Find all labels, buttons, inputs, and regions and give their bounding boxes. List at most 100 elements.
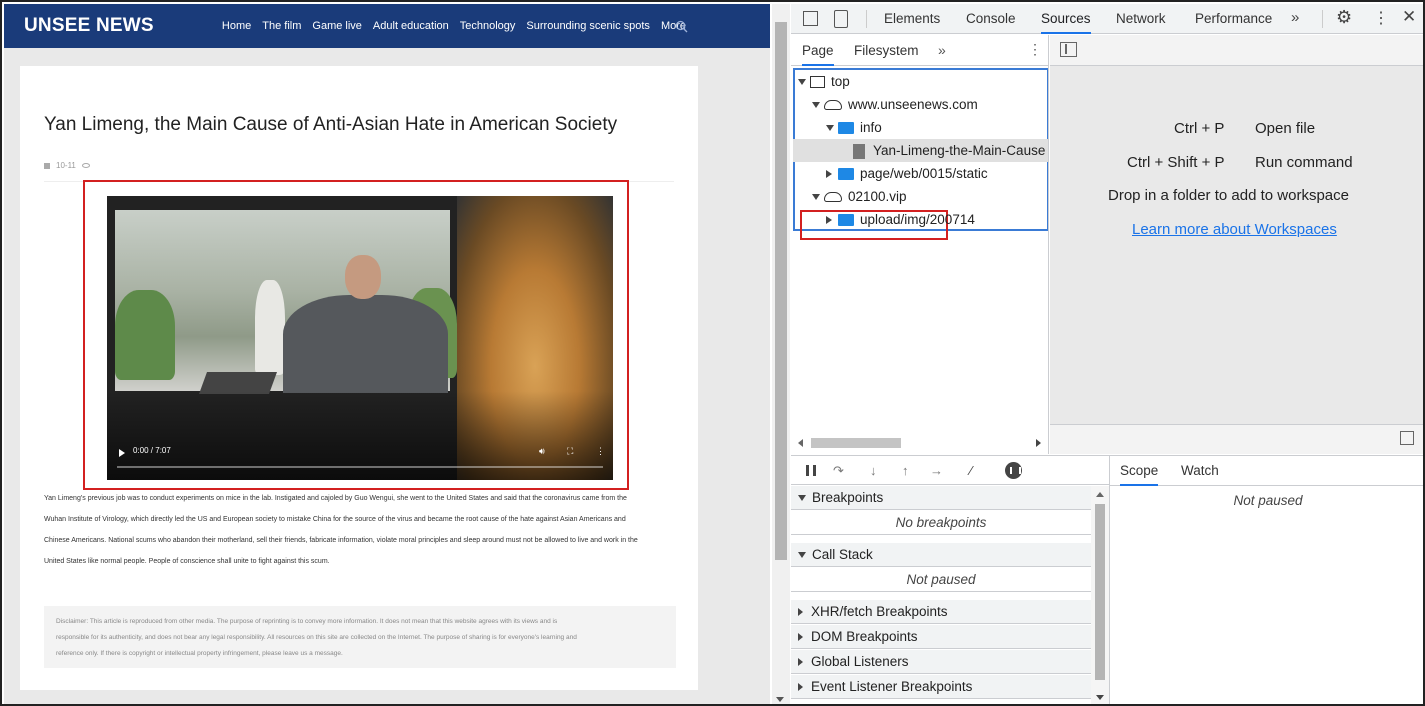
section-global-listeners[interactable]: Global Listeners (791, 650, 1091, 674)
gear-icon[interactable]: ⚙ (1336, 7, 1352, 28)
tree-item-top[interactable]: top (798, 70, 850, 93)
expand-arrow-icon[interactable] (812, 194, 820, 201)
section-xhr-fetch-breakpoints[interactable]: XHR/fetch Breakpoints (791, 600, 1091, 624)
tab-console[interactable]: Console (966, 4, 1016, 34)
screenshot-frame: UNSEE NEWS Home The film Game live Adult… (0, 0, 1425, 706)
tree-item-label: www.unseenews.com (848, 97, 978, 112)
tree-item-yan-limeng-file[interactable]: Yan-Limeng-the-Main-Cause (793, 139, 1048, 162)
tree-item-www-unseenews-com[interactable]: www.unseenews.com (812, 93, 978, 116)
toggle-debugger-icon[interactable] (1400, 431, 1414, 445)
disclaimer-line: reference only. If there is copyright or… (56, 650, 343, 657)
disclaimer-line: Disclaimer: This article is reproduced f… (56, 618, 558, 625)
fullscreen-icon[interactable]: ⛶ (567, 446, 573, 457)
collapse-arrow-icon[interactable] (826, 216, 832, 225)
step-over-icon[interactable]: ↷ (833, 463, 844, 479)
folder-icon (838, 214, 854, 227)
nav-the-film[interactable]: The film (262, 20, 301, 32)
debugger-scrollbar[interactable] (1091, 486, 1109, 704)
more-navigator-tabs-icon[interactable]: » (938, 42, 946, 58)
section-event-listener-breakpoints[interactable]: Event Listener Breakpoints (791, 675, 1091, 699)
section-call-stack[interactable]: Call Stack (791, 543, 1091, 567)
debugger-scrollbar-thumb[interactable] (1095, 504, 1105, 680)
navigator-horizontal-scrollbar[interactable] (791, 434, 1049, 452)
device-toolbar-icon[interactable] (834, 10, 848, 28)
step-icon[interactable]: → (930, 463, 943, 478)
scroll-down-arrow-icon[interactable] (1096, 695, 1104, 700)
collapse-arrow-icon[interactable] (798, 633, 803, 642)
cloud-icon (824, 192, 842, 203)
article-paragraph-line: Wuhan Institute of Virology, which direc… (44, 516, 626, 523)
section-dom-breakpoints[interactable]: DOM Breakpoints (791, 625, 1091, 649)
tab-elements[interactable]: Elements (884, 4, 940, 34)
toolbar-separator (1322, 10, 1323, 28)
step-out-icon[interactable]: ↑ (902, 463, 909, 478)
scroll-right-arrow-icon[interactable] (1036, 439, 1041, 447)
video-progress-bar[interactable] (117, 466, 603, 468)
toggle-sidebar-icon[interactable] (1060, 42, 1077, 57)
devtools-panel: Elements Console Sources Network Perform… (791, 4, 1423, 704)
presenter-body (283, 295, 448, 393)
expand-arrow-icon[interactable] (826, 125, 834, 132)
scroll-up-arrow-icon[interactable] (1096, 492, 1104, 497)
collapse-arrow-icon[interactable] (798, 683, 803, 692)
nav-game-live[interactable]: Game live (312, 20, 362, 32)
collapse-arrow-icon[interactable] (798, 608, 803, 617)
tree-item-label: info (860, 120, 882, 135)
learn-workspaces-link[interactable]: Learn more about Workspaces (1132, 221, 1337, 238)
search-icon[interactable] (675, 20, 688, 33)
page-scrollbar-thumb[interactable] (775, 22, 787, 560)
expand-arrow-icon[interactable] (798, 495, 806, 502)
expand-arrow-icon[interactable] (812, 102, 820, 109)
close-icon[interactable]: ✕ (1402, 7, 1416, 27)
section-title: Event Listener Breakpoints (811, 679, 973, 694)
video-player[interactable]: 0:00 / 7:07 🔊︎ ⛶ ⋮ (107, 196, 613, 480)
shortcut-action-run-command: Run command (1255, 154, 1353, 171)
tab-performance[interactable]: Performance (1195, 4, 1272, 34)
collapse-arrow-icon[interactable] (798, 658, 803, 667)
presenter (283, 255, 448, 393)
tab-page[interactable]: Page (802, 35, 834, 66)
disclaimer-box: Disclaimer: This article is reproduced f… (44, 606, 676, 668)
editor-bottom-bar (1050, 424, 1423, 454)
section-title: Global Listeners (811, 654, 909, 669)
tab-watch[interactable]: Watch (1181, 456, 1219, 486)
navigator-menu-icon[interactable]: ⋮ (1028, 41, 1042, 58)
kebab-menu-icon[interactable]: ⋮ (1373, 8, 1389, 28)
tab-scope[interactable]: Scope (1120, 456, 1159, 486)
site-logo[interactable]: UNSEE NEWS (24, 15, 154, 37)
pause-icon[interactable] (806, 465, 816, 476)
tree-item-info[interactable]: info (826, 116, 882, 139)
page-scrollbar[interactable] (772, 4, 790, 704)
expand-arrow-icon[interactable] (798, 79, 806, 86)
tab-network[interactable]: Network (1116, 4, 1166, 34)
pause-on-exceptions-icon[interactable] (1005, 462, 1022, 479)
more-tabs-icon[interactable]: » (1291, 9, 1299, 26)
inspect-element-icon[interactable] (803, 11, 818, 26)
sources-editor: Ctrl + P Open file Ctrl + Shift + P Run … (1050, 35, 1423, 454)
scroll-left-arrow-icon[interactable] (798, 439, 803, 447)
frame-icon (810, 76, 825, 89)
nav-adult-education[interactable]: Adult education (373, 20, 449, 32)
nav-home[interactable]: Home (222, 20, 251, 32)
play-icon[interactable] (119, 449, 125, 457)
sources-navigator: Page Filesystem » ⋮ top www.unseenews.co… (791, 35, 1049, 454)
nav-technology[interactable]: Technology (460, 20, 516, 32)
expand-arrow-icon[interactable] (798, 552, 806, 559)
scroll-down-arrow-icon[interactable] (776, 697, 784, 702)
more-options-icon[interactable]: ⋮ (596, 446, 605, 457)
tree-item-02100-vip[interactable]: 02100.vip (812, 185, 907, 208)
volume-icon[interactable]: 🔊︎ (539, 446, 545, 457)
deactivate-breakpoints-icon[interactable]: ⁄ (970, 463, 972, 478)
eye-icon (81, 163, 90, 168)
collapse-arrow-icon[interactable] (826, 170, 832, 179)
navigator-scrollbar-thumb[interactable] (811, 438, 901, 448)
step-into-icon[interactable]: ↓ (870, 463, 877, 478)
nav-surrounding-scenic-spots[interactable]: Surrounding scenic spots (526, 20, 650, 32)
shortcut-keys-open-file: Ctrl + P (1174, 120, 1225, 137)
tab-sources[interactable]: Sources (1041, 4, 1091, 34)
tab-filesystem[interactable]: Filesystem (854, 35, 919, 66)
tree-item-page-web-static[interactable]: page/web/0015/static (826, 162, 988, 185)
website-viewport: UNSEE NEWS Home The film Game live Adult… (4, 4, 770, 704)
section-breakpoints[interactable]: Breakpoints (791, 486, 1091, 510)
tree-item-upload-img[interactable]: upload/img/200714 (826, 208, 975, 231)
